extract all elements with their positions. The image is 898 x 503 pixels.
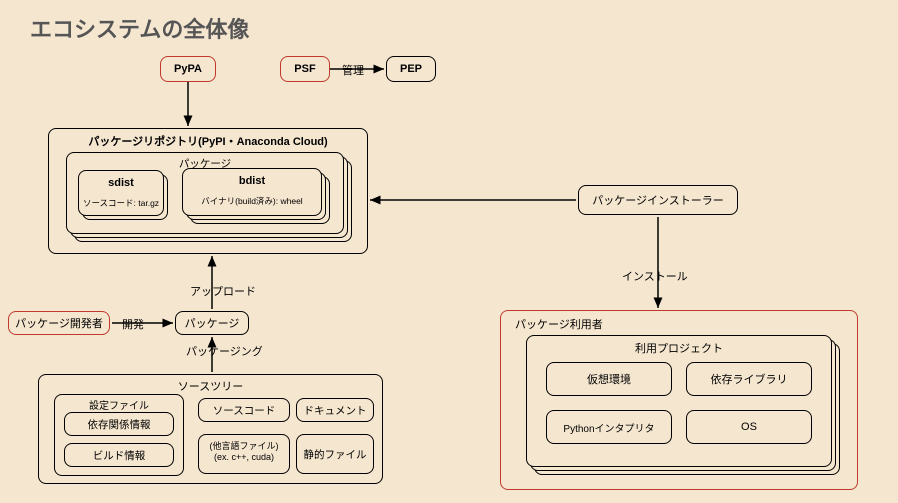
deps-box: 依存関係情報 (64, 412, 174, 436)
static-box: 静的ファイル (296, 434, 374, 474)
installer-box: パッケージインストーラー (578, 185, 738, 215)
sdist-note: ソースコード: tar.gz (79, 197, 163, 209)
doc-box: ドキュメント (296, 398, 374, 422)
build-box: ビルド情報 (64, 443, 174, 467)
manage-label: 管理 (342, 62, 364, 78)
bdist-cell: bdist バイナリ(build済み): wheel (182, 168, 322, 216)
pypa-box: PyPA (160, 56, 216, 82)
develop-label: 開発 (122, 316, 144, 332)
sdist-cell: sdist ソースコード: tar.gz (78, 170, 164, 216)
package-mid: パッケージ (175, 311, 249, 335)
sdist-label: sdist (79, 177, 163, 189)
project-box: 利用プロジェクト (526, 335, 832, 467)
settings-label: 設定ファイル (55, 397, 183, 412)
source-box: ソースコード (198, 398, 290, 422)
upload-label: アップロード (190, 283, 256, 299)
install-label: インストール (622, 268, 688, 284)
srctree-title: ソースツリー (39, 378, 382, 394)
bdist-note: バイナリ(build済み): wheel (183, 195, 321, 207)
otherlang-box: (他言語ファイル) (ex. c++, cuda) (198, 434, 290, 474)
otherlang-1: (他言語ファイル) (199, 441, 289, 452)
bdist-label: bdist (183, 175, 321, 187)
user-title: パッケージ利用者 (515, 316, 857, 332)
developer-box: パッケージ開発者 (8, 311, 110, 335)
os-box: OS (686, 410, 812, 444)
psf-box: PSF (280, 56, 330, 82)
repo-title: パッケージリポジトリ(PyPI・Anaconda Cloud) (49, 133, 367, 149)
python-box: Pythonインタプリタ (546, 410, 672, 444)
otherlang-2: (ex. c++, cuda) (199, 452, 289, 463)
pep-box: PEP (386, 56, 436, 82)
project-title: 利用プロジェクト (527, 340, 831, 356)
packaging-label: パッケージング (186, 343, 263, 359)
page-title: エコシステムの全体像 (30, 12, 249, 44)
deps-lib-box: 依存ライブラリ (686, 362, 812, 396)
venv-box: 仮想環境 (546, 362, 672, 396)
